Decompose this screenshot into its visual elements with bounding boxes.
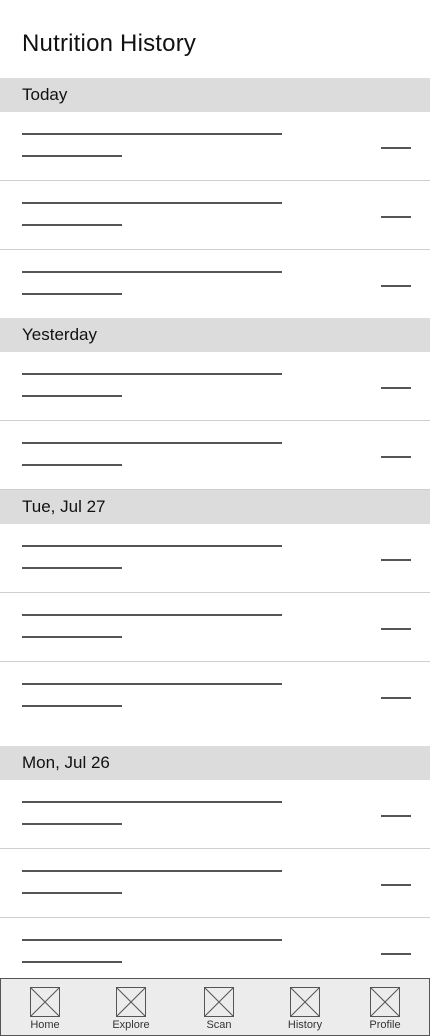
section-header: Tue, Jul 27 xyxy=(0,490,430,524)
placeholder-image-icon xyxy=(290,987,320,1017)
page-title: Nutrition History xyxy=(22,30,197,57)
entry-subtitle-placeholder xyxy=(22,224,122,226)
entry-subtitle-placeholder xyxy=(22,961,122,963)
entry-value-placeholder xyxy=(381,285,411,287)
entry-subtitle-placeholder xyxy=(22,636,122,638)
tab-label: Profile xyxy=(369,1019,401,1031)
entry-value-placeholder xyxy=(381,216,411,218)
placeholder-image-icon xyxy=(116,987,146,1017)
entry-subtitle-placeholder xyxy=(22,464,122,466)
tab-label: Explore xyxy=(112,1019,150,1031)
entry-subtitle-placeholder xyxy=(22,823,122,825)
entry-title-placeholder xyxy=(22,614,282,616)
tab-profile[interactable]: Profile xyxy=(355,987,415,1031)
history-entry-row[interactable] xyxy=(0,421,430,490)
entry-subtitle-placeholder xyxy=(22,892,122,894)
history-entry-row[interactable] xyxy=(0,524,430,593)
entry-subtitle-placeholder xyxy=(22,155,122,157)
tab-history[interactable]: History xyxy=(275,987,335,1031)
history-entry-row[interactable] xyxy=(0,250,430,318)
entry-value-placeholder xyxy=(381,628,411,630)
tab-home[interactable]: Home xyxy=(15,987,75,1031)
entry-value-placeholder xyxy=(381,953,411,955)
entry-title-placeholder xyxy=(22,442,282,444)
entry-subtitle-placeholder xyxy=(22,293,122,295)
entry-title-placeholder xyxy=(22,373,282,375)
history-entry-row[interactable] xyxy=(0,849,430,918)
history-entry-row[interactable] xyxy=(0,352,430,421)
history-list: Today Yesterday Tue, Jul 27 Mon, Jul 26 xyxy=(0,78,430,986)
entry-subtitle-placeholder xyxy=(22,395,122,397)
entry-value-placeholder xyxy=(381,697,411,699)
section-header: Yesterday xyxy=(0,318,430,352)
entry-title-placeholder xyxy=(22,939,282,941)
entry-value-placeholder xyxy=(381,456,411,458)
history-entry-row[interactable] xyxy=(0,181,430,250)
placeholder-image-icon xyxy=(30,987,60,1017)
entry-title-placeholder xyxy=(22,202,282,204)
placeholder-image-icon xyxy=(370,987,400,1017)
tab-label: Scan xyxy=(206,1019,232,1031)
entry-subtitle-placeholder xyxy=(22,705,122,707)
entry-title-placeholder xyxy=(22,545,282,547)
placeholder-image-icon xyxy=(204,987,234,1017)
entry-value-placeholder xyxy=(381,147,411,149)
history-entry-row[interactable] xyxy=(0,662,430,730)
section-header: Mon, Jul 26 xyxy=(0,746,430,780)
entry-subtitle-placeholder xyxy=(22,567,122,569)
entry-title-placeholder xyxy=(22,271,282,273)
tab-label: History xyxy=(287,1019,323,1031)
entry-title-placeholder xyxy=(22,133,282,135)
entry-value-placeholder xyxy=(381,387,411,389)
bottom-tab-bar: Home Explore Scan History Profile xyxy=(0,978,430,1036)
tab-explore[interactable]: Explore xyxy=(101,987,161,1031)
tab-scan[interactable]: Scan xyxy=(189,987,249,1031)
history-entry-row[interactable] xyxy=(0,112,430,181)
history-entry-row[interactable] xyxy=(0,780,430,849)
entry-value-placeholder xyxy=(381,815,411,817)
history-entry-row[interactable] xyxy=(0,593,430,662)
entry-title-placeholder xyxy=(22,870,282,872)
entry-title-placeholder xyxy=(22,801,282,803)
entry-title-placeholder xyxy=(22,683,282,685)
history-entry-row[interactable] xyxy=(0,918,430,986)
section-header: Today xyxy=(0,78,430,112)
tab-label: Home xyxy=(30,1019,60,1031)
entry-value-placeholder xyxy=(381,884,411,886)
entry-value-placeholder xyxy=(381,559,411,561)
